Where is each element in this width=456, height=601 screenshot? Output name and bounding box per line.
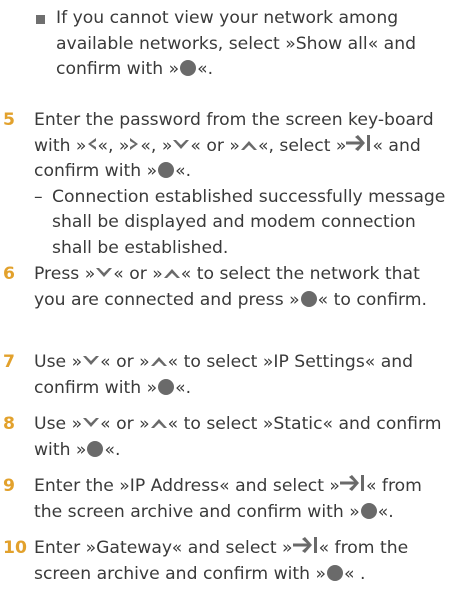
step-text: Use » « or » « to select »Static« and conf…: [34, 414, 442, 460]
right-arrow-icon: [130, 137, 139, 150]
down-arrow-icon: [83, 418, 100, 427]
step-text: Use » « or » « to select »IP Settings« and…: [34, 352, 414, 398]
step-text: Press » « or » « to select the network tha…: [34, 264, 427, 310]
tab-arrow-icon: [346, 134, 371, 151]
ok-button-icon: [360, 502, 377, 519]
step-text: Enter the password from the screen key-b…: [34, 108, 452, 261]
ok-button-icon: [327, 564, 344, 581]
sub-item: – Connection established successfully mes…: [34, 186, 446, 258]
bullet-text: If you cannot view your network among av…: [56, 8, 417, 79]
step-number: 5: [3, 110, 15, 130]
step-number: 6: [3, 264, 15, 284]
step-number: 10: [3, 538, 27, 558]
dash-bullet: –: [34, 186, 43, 207]
step-number: 7: [3, 352, 15, 372]
step-text: Enter the »IP Address« and select » « fro…: [34, 475, 422, 522]
ok-button-icon: [180, 60, 197, 76]
up-arrow-icon: [163, 269, 180, 278]
up-arrow-icon: [240, 140, 257, 150]
ok-button-icon: [158, 162, 175, 178]
left-arrow-icon: [88, 137, 97, 150]
tab-arrow-icon: [339, 475, 364, 491]
down-arrow-icon: [83, 356, 100, 365]
step-text: Enter »Gateway« and select » « from the s…: [34, 537, 409, 584]
step-number: 9: [3, 476, 15, 496]
ok-button-icon: [300, 290, 317, 307]
down-arrow-icon: [96, 268, 113, 277]
tab-arrow-icon: [292, 537, 317, 553]
ok-button-icon: [158, 378, 175, 395]
up-arrow-icon: [150, 357, 167, 366]
step-number: 8: [3, 414, 15, 434]
down-arrow-icon: [173, 139, 190, 149]
ok-button-icon: [87, 440, 104, 457]
up-arrow-icon: [150, 419, 167, 428]
square-bullet-icon: [36, 15, 45, 24]
